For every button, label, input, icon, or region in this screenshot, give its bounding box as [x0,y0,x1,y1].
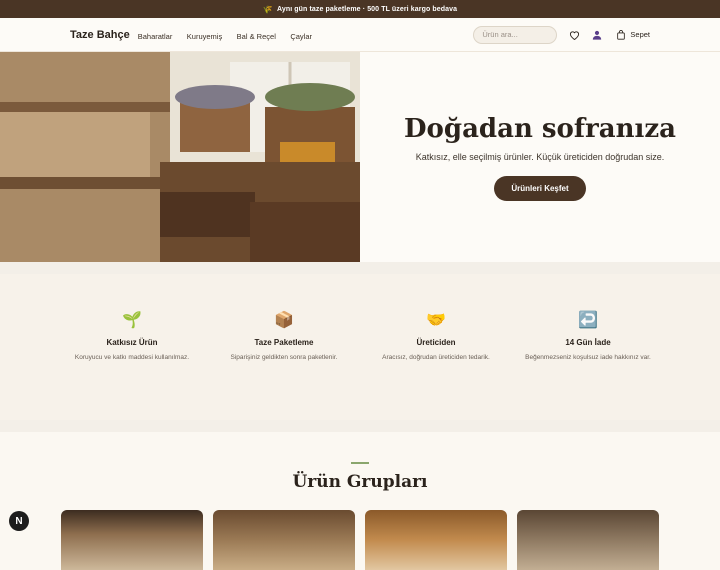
hero-content: Doğadan sofranıza Katkısız, elle seçilmi… [360,52,720,262]
features-section: 🌱 Katkısız Ürün Koruyucu ve katkı maddes… [0,274,720,420]
nav-item-kuruyemis[interactable]: Kuruyemiş [187,32,222,41]
site-header: Taze Bahçe Baharatlar Kuruyemiş Bal & Re… [0,18,720,52]
category-card[interactable] [517,510,659,570]
shopping-bag-icon [616,29,626,40]
main-nav: Baharatlar Kuruyemiş Bal & Reçel Çaylar [138,26,322,44]
feature-title: Katkısız Ürün [106,338,158,347]
product-groups-section: Ürün Grupları [0,432,720,570]
feature-desc: Koruyucu ve katkı maddesi kullanılmaz. [74,354,190,361]
section-divider [0,262,720,274]
feature-desc: Siparişiniz geldikten sonra paketlenir. [230,354,338,361]
nav-item-baharatlar[interactable]: Baharatlar [138,32,173,41]
feature-title: 14 Gün İade [565,338,611,347]
sprout-icon: 🌾 [262,4,273,14]
category-cards [0,510,720,570]
feature-item: 📦 Taze Paketleme Siparişiniz geldikten s… [208,310,360,420]
feature-desc: Beğenmezseniz koşulsuz iade hakkınız var… [525,354,651,361]
feature-item: 🌱 Katkısız Ürün Koruyucu ve katkı maddes… [56,310,208,420]
section-divider [0,420,720,432]
dev-badge[interactable]: N [9,511,29,531]
section-accent-line [351,462,369,464]
user-icon[interactable] [592,30,602,40]
hero-title: Doğadan sofranıza [404,113,676,144]
cart-button[interactable]: Sepet [616,29,650,40]
explore-products-button[interactable]: Ürünleri Keşfet [494,175,586,201]
category-card[interactable] [213,510,355,570]
heart-icon[interactable] [569,30,580,40]
announcement-text: Aynı gün taze paketleme · 500 TL üzeri k… [276,5,458,13]
search-input[interactable] [473,25,558,44]
feature-desc: Aracısız, doğrudan üreticiden tedarik. [382,354,490,361]
cart-label: Sepet [630,30,650,39]
seedling-icon: 🌱 [122,312,142,329]
category-card[interactable] [61,510,203,570]
handshake-icon: 🤝 [426,312,446,329]
package-icon: 📦 [274,312,294,329]
announcement-bar: 🌾 Aynı gün taze paketleme · 500 TL üzeri… [0,0,720,18]
section-title: Ürün Grupları [292,472,428,492]
site-logo[interactable]: Taze Bahçe [70,29,130,41]
feature-item: 🤝 Üreticiden Aracısız, doğrudan üreticid… [360,310,512,420]
feature-item: ↩️ 14 Gün İade Beğenmezseniz koşulsuz ia… [512,310,664,420]
feature-title: Taze Paketleme [254,338,314,347]
return-arrow-icon: ↩️ [578,312,598,329]
category-card[interactable] [365,510,507,570]
hero-section: Doğadan sofranıza Katkısız, elle seçilmi… [0,52,720,262]
feature-title: Üreticiden [416,338,456,347]
nav-item-bal-recel[interactable]: Bal & Reçel [237,32,276,41]
hero-subtitle: Katkısız, elle seçilmiş ürünler. Küçük ü… [415,151,665,162]
hero-image [0,52,360,262]
nav-item-caylar[interactable]: Çaylar [290,32,312,41]
